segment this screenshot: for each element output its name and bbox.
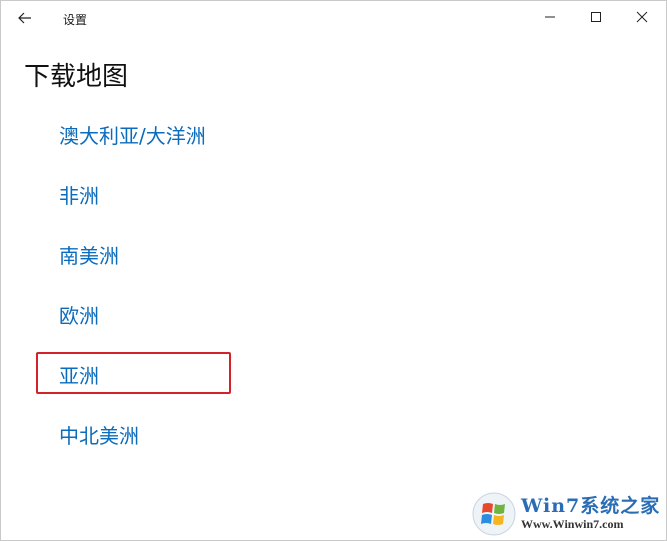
minimize-button[interactable] [527,1,573,33]
watermark: Win7系统之家 Www.Winwin7.com [471,489,663,537]
minimize-icon [545,16,555,18]
page-title: 下载地图 [24,62,129,92]
highlight-box [36,352,231,394]
title-bar: 设置 [1,1,666,35]
settings-window: 设置 下载地图 澳大利亚/大洋洲 非洲 南美洲 欧洲 亚洲 中北美洲 Win7系… [0,0,667,541]
close-button[interactable] [619,1,665,33]
region-link-europe[interactable]: 欧洲 [59,300,99,329]
close-icon [636,11,648,23]
region-link-north-central-america[interactable]: 中北美洲 [59,420,139,449]
back-arrow-icon [18,12,31,24]
windows-logo-icon [472,492,516,536]
maximize-button[interactable] [573,1,619,33]
back-button[interactable] [9,5,41,31]
watermark-url: Www.Winwin7.com [521,517,624,531]
region-link-oceania[interactable]: 澳大利亚/大洋洲 [59,120,206,149]
window-title: 设置 [63,13,88,27]
maximize-icon [591,12,601,22]
watermark-name: Win7系统之家 [521,495,661,517]
region-link-africa[interactable]: 非洲 [59,180,99,209]
region-link-south-america[interactable]: 南美洲 [59,240,119,269]
